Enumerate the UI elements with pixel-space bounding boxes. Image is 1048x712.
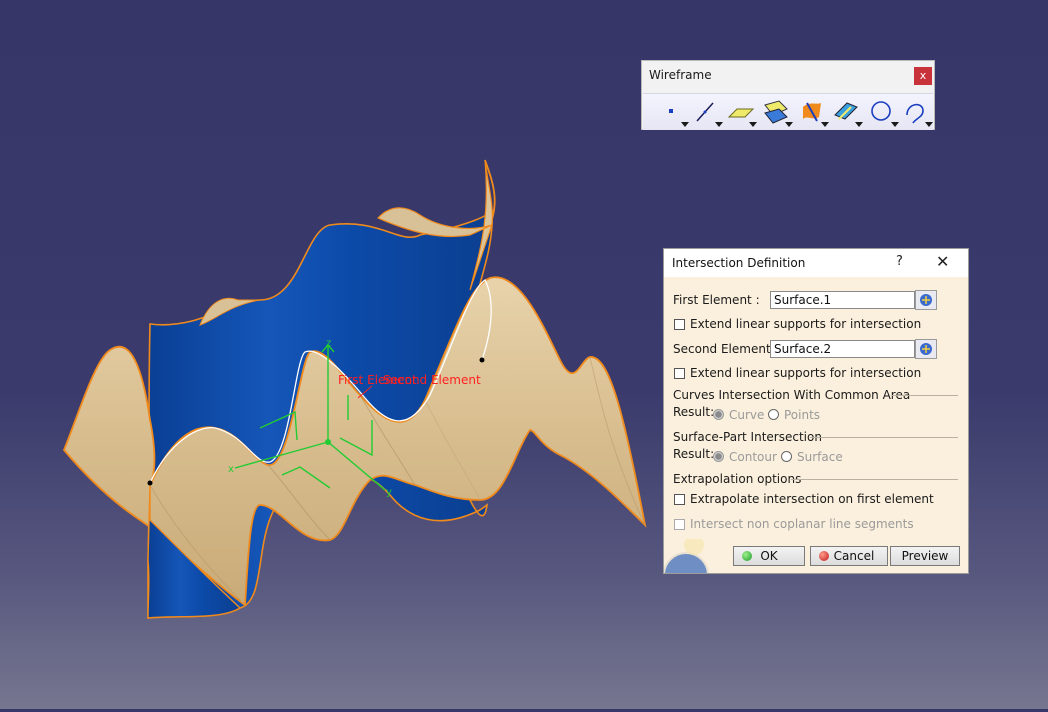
axis-x-label: x [228, 464, 234, 475]
surface-radio[interactable] [781, 451, 792, 462]
axis-y-label: y [386, 487, 392, 498]
first-element-selector-button[interactable] [915, 290, 937, 310]
extend-linear-label-1: Extend linear supports for intersection [690, 317, 922, 331]
non-coplanar-label: Intersect non coplanar line segments [690, 517, 914, 531]
globe-decoration [664, 539, 710, 573]
surface-section-heading: Surface-Part Intersection [673, 430, 822, 444]
preview-button[interactable]: Preview [890, 546, 960, 566]
second-element-label: Second Element [383, 373, 481, 387]
points-radio[interactable] [768, 409, 779, 420]
contour-radio[interactable] [713, 451, 724, 462]
selector-icon [920, 294, 932, 306]
dialog-title: Intersection Definition [672, 256, 806, 270]
point-icon[interactable] [657, 97, 689, 127]
curves-section-heading: Curves Intersection With Common Area [673, 388, 911, 402]
plane-icon[interactable] [725, 97, 757, 127]
curves-result-label: Result: [673, 405, 715, 419]
offset-icon[interactable] [831, 97, 863, 127]
curve-radio[interactable] [713, 409, 724, 420]
toolbar-close-button[interactable]: x [914, 67, 932, 85]
extrapolate-checkbox[interactable] [674, 494, 685, 505]
second-element-label: Second Element : [673, 342, 779, 356]
circle-icon[interactable] [867, 97, 899, 127]
toolbar-icon-bar [643, 93, 933, 130]
non-coplanar-checkbox[interactable] [674, 519, 685, 530]
cancel-icon [819, 551, 829, 561]
spline-icon[interactable] [901, 97, 933, 127]
first-element-label: First Element : [673, 293, 760, 307]
extrapolation-section-heading: Extrapolation options [673, 472, 802, 486]
extend-linear-label-2: Extend linear supports for intersection [690, 366, 922, 380]
contour-radio-label: Contour [729, 450, 777, 464]
dialog-close-button[interactable]: ✕ [936, 252, 949, 271]
surface-result-label: Result: [673, 447, 715, 461]
second-element-selector-button[interactable] [915, 339, 937, 359]
ok-button[interactable]: OK [733, 546, 805, 566]
cancel-button[interactable]: Cancel [810, 546, 888, 566]
points-radio-label: Points [784, 408, 821, 422]
projection-icon[interactable] [761, 97, 793, 127]
selector-icon [920, 343, 932, 355]
help-button[interactable]: ? [896, 254, 903, 269]
line-icon[interactable] [691, 97, 723, 127]
dialog-titlebar[interactable]: Intersection Definition ? ✕ [664, 249, 968, 277]
ok-icon [742, 551, 752, 561]
extend-linear-checkbox-2[interactable] [674, 368, 685, 379]
section-divider [892, 395, 958, 396]
second-element-field[interactable]: Surface.2 [770, 340, 915, 358]
curve-radio-label: Curve [729, 408, 765, 422]
section-divider [810, 437, 958, 438]
wireframe-toolbar[interactable]: Wireframe x [641, 60, 935, 130]
extrapolate-label: Extrapolate intersection on first elemen… [690, 492, 934, 506]
extend-linear-checkbox-1[interactable] [674, 319, 685, 330]
intersection-icon[interactable] [797, 97, 829, 127]
section-divider [791, 479, 958, 480]
first-element-field[interactable]: Surface.1 [770, 291, 915, 309]
intersection-definition-dialog[interactable]: Intersection Definition ? ✕ First Elemen… [663, 248, 969, 574]
surface-radio-label: Surface [797, 450, 843, 464]
axis-z-label: z [326, 338, 331, 349]
toolbar-title: Wireframe [649, 68, 712, 82]
